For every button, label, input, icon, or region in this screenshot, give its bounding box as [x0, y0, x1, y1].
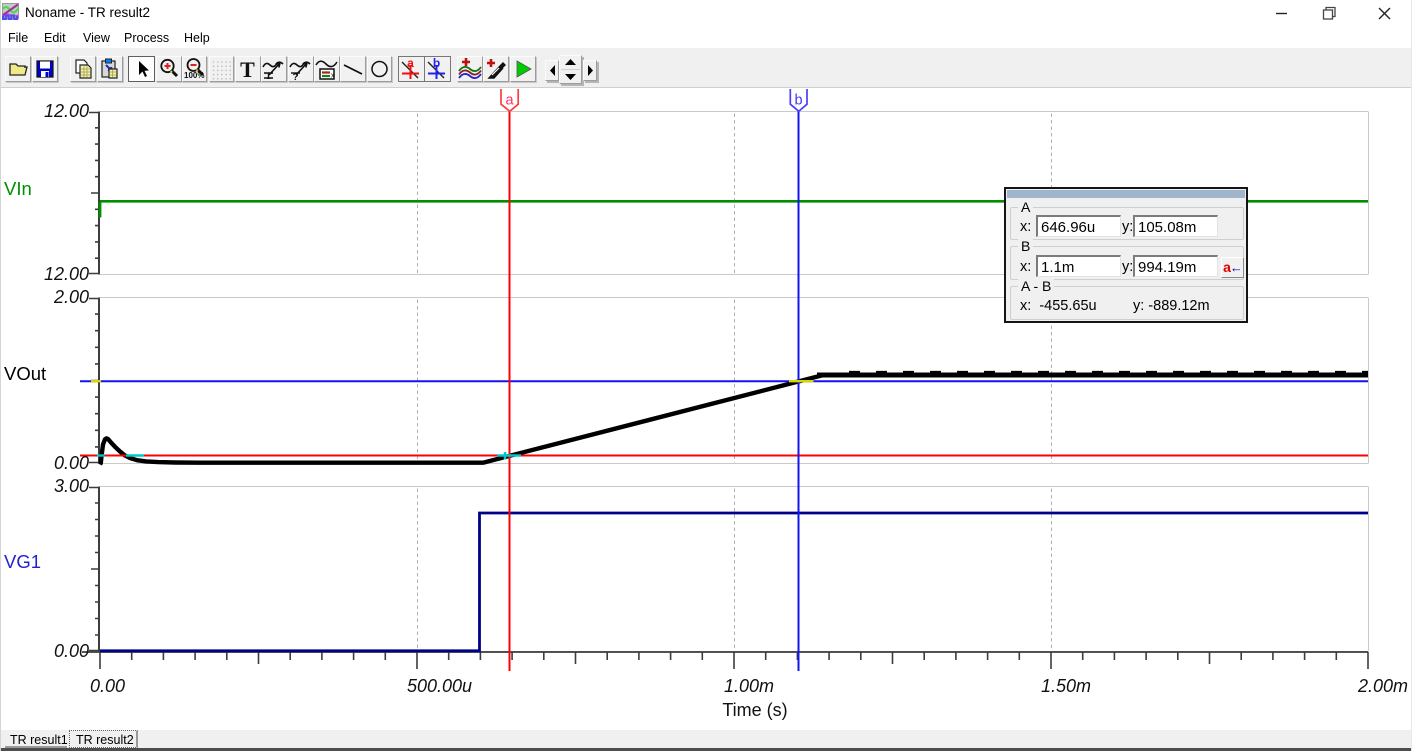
svg-text:a: a	[505, 93, 514, 109]
svg-text:b: b	[795, 93, 803, 109]
svg-text:Time (s): Time (s)	[722, 700, 787, 720]
svg-text:VIn: VIn	[4, 178, 32, 199]
svg-text:2.00: 2.00	[53, 287, 89, 307]
svg-text:1.50m: 1.50m	[1041, 676, 1091, 696]
svg-text:500.00u: 500.00u	[407, 676, 472, 696]
svg-text:3.00: 3.00	[54, 476, 89, 496]
svg-text:12.00: 12.00	[44, 264, 89, 284]
svg-text:1.00m: 1.00m	[724, 676, 774, 696]
svg-text:0.00: 0.00	[54, 453, 89, 473]
svg-text:VG1: VG1	[4, 551, 41, 572]
svg-text:0.00: 0.00	[54, 641, 89, 661]
svg-text:VOut: VOut	[4, 363, 46, 384]
svg-text:2.00m: 2.00m	[1357, 676, 1408, 696]
svg-text:12.00: 12.00	[44, 101, 89, 121]
svg-text:0.00: 0.00	[90, 676, 125, 696]
